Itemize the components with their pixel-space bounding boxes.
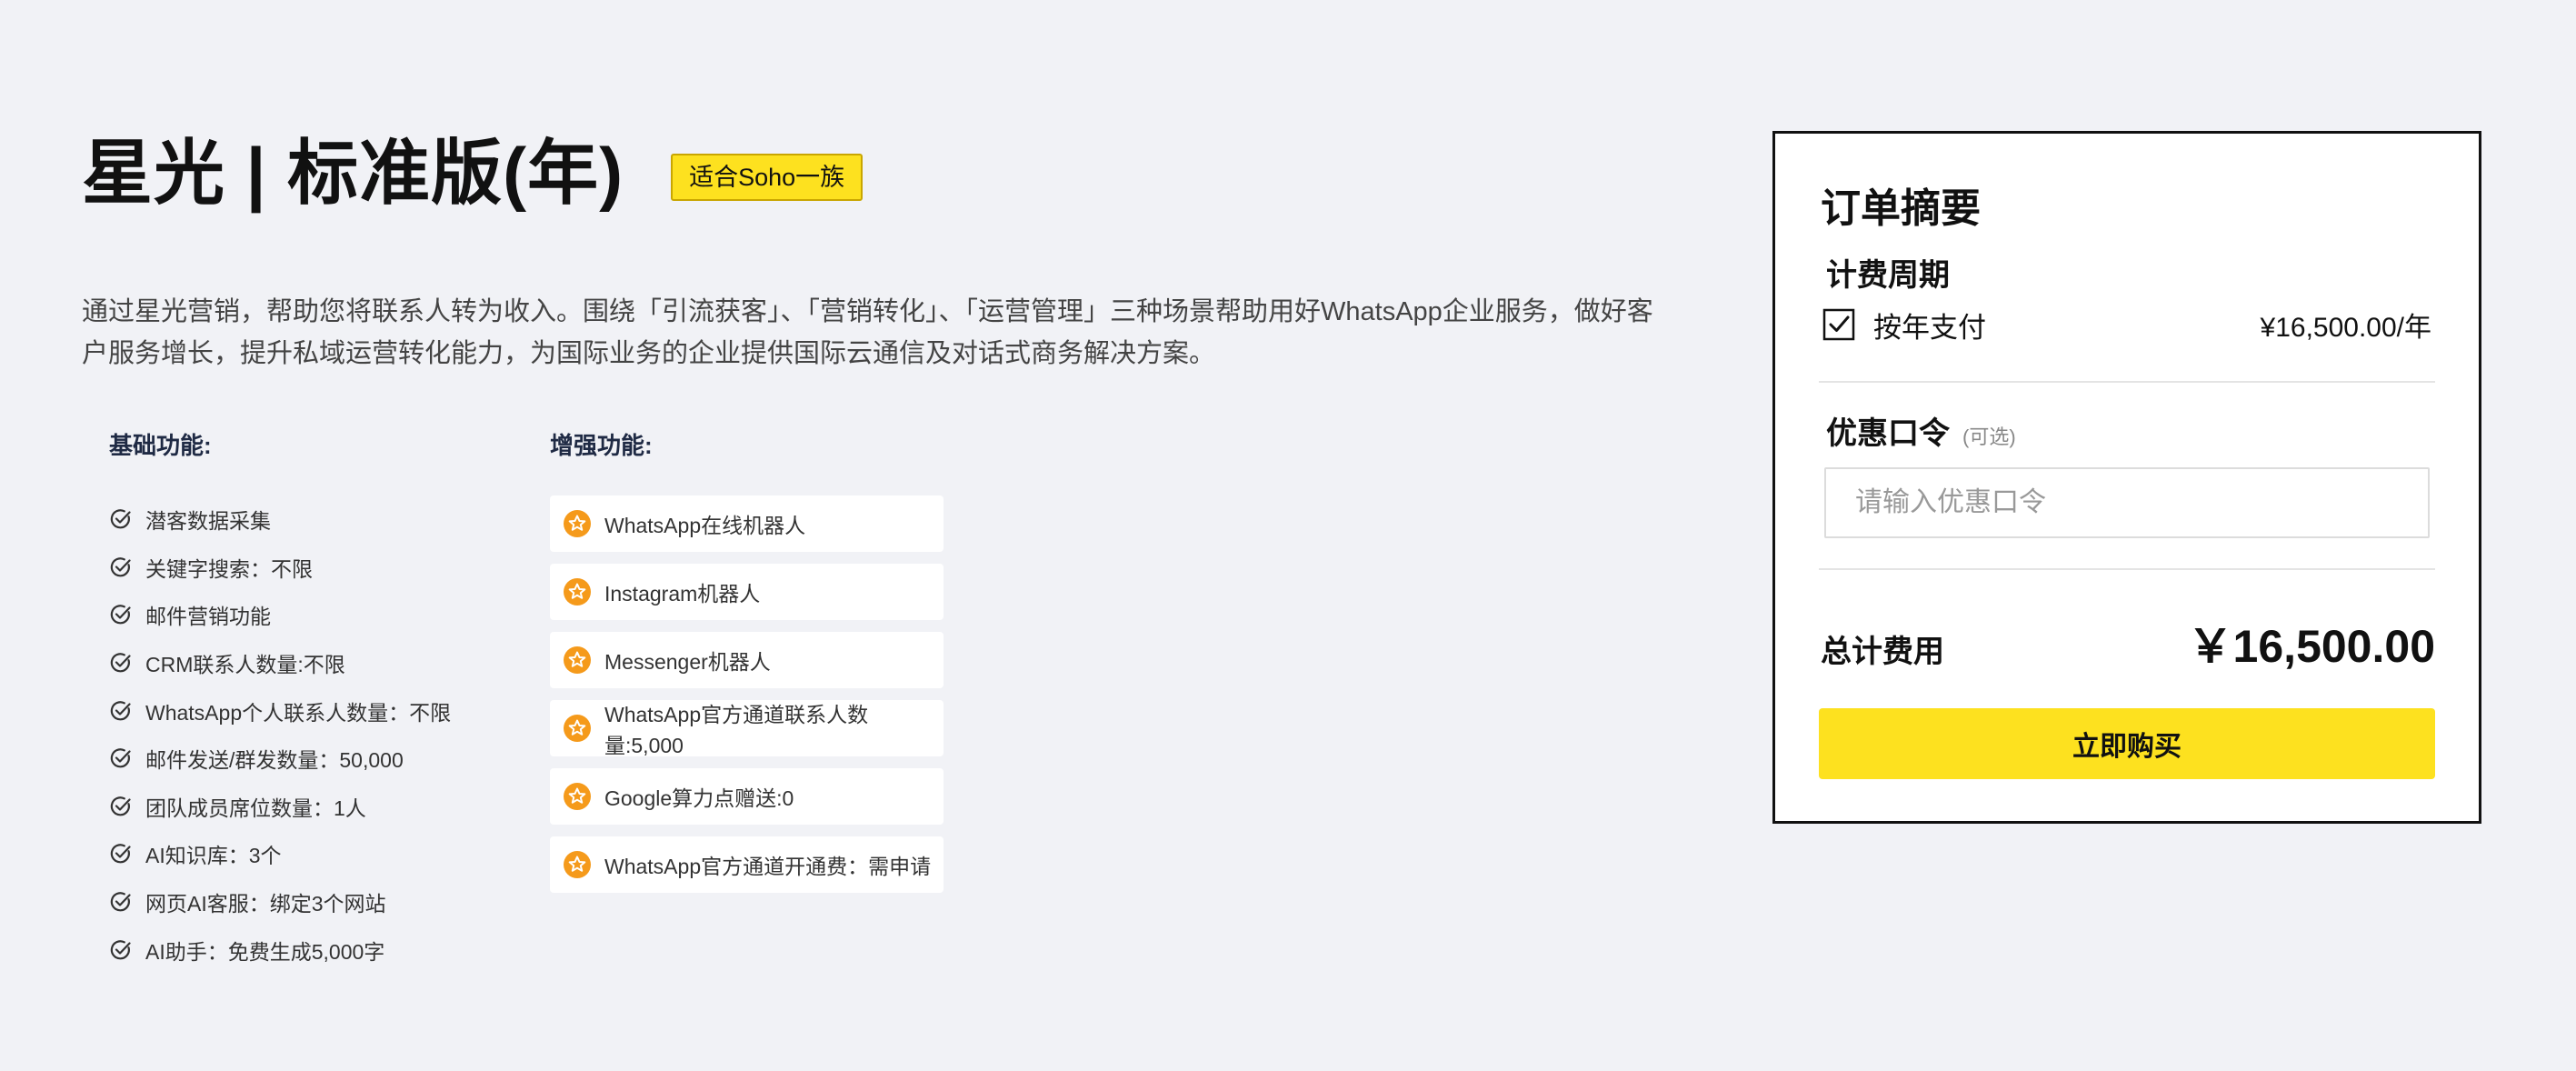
enhanced-feature-label: WhatsApp官方通道开通费：需申请: [604, 855, 932, 878]
basic-features: 基础功能: 潜客数据采集关键字搜索：不限 邮件营销功能 CRM联系人数量:不限 Wha…: [109, 427, 518, 974]
check-circle-icon: [110, 748, 131, 768]
billing-option-label: 按年支付: [1873, 311, 1986, 344]
coupon-label-text: 优惠口令: [1826, 416, 1950, 451]
basic-feature-label: 关键字搜索：不限: [145, 556, 313, 581]
enhanced-features-title: 增强功能:: [550, 432, 653, 459]
basic-feature-item: CRM联系人数量:不限: [109, 639, 518, 687]
check-circle-icon: [110, 796, 131, 816]
enhanced-feature-label: WhatsApp在线机器人: [604, 514, 806, 537]
star-badge-icon: [564, 851, 591, 878]
check-circle-icon: [110, 653, 131, 673]
basic-feature-label: 潜客数据采集: [145, 509, 271, 534]
enhanced-feature-label: Instagram机器人: [604, 582, 761, 606]
basic-feature-item: AI知识库：3个: [109, 830, 518, 878]
total-value: ￥16,500.00: [2187, 621, 2435, 672]
check-circle-icon: [110, 844, 131, 864]
enhanced-features-list: WhatsApp在线机器人 Instagram机器人 Messenger机器人 Wha…: [550, 495, 950, 893]
checkbox-checked-icon[interactable]: [1822, 308, 1855, 341]
basic-feature-label: 团队成员席位数量：1人: [145, 796, 366, 820]
enhanced-feature-item: Instagram机器人: [550, 564, 944, 620]
page: 星光 | 标准版(年) 适合Soho一族 通过星光营销，帮助您将联系人转为收入。…: [0, 0, 2576, 1071]
total-label: 总计费用: [1821, 635, 1944, 669]
basic-feature-label: CRM联系人数量:不限: [145, 653, 345, 677]
divider: [1819, 381, 2435, 383]
enhanced-feature-item: Google算力点赠送:0: [550, 768, 944, 825]
coupon-label: 优惠口令 (可选): [1826, 408, 2016, 453]
enhanced-feature-item: WhatsApp官方通道联系人数量:5,000: [550, 700, 944, 757]
coupon-optional-hint: (可选): [1962, 425, 2016, 448]
product-info: 星光 | 标准版(年) 适合Soho一族 通过星光营销，帮助您将联系人转为收入。…: [82, 127, 1672, 375]
basic-feature-label: AI助手：免费生成5,000字: [145, 939, 385, 964]
basic-feature-label: 邮件发送/群发数量：50,000: [145, 748, 404, 773]
basic-feature-item: 团队成员席位数量：1人: [109, 783, 518, 831]
basic-features-list: 潜客数据采集关键字搜索：不限 邮件营销功能 CRM联系人数量:不限 WhatsApp个…: [109, 495, 518, 974]
star-badge-icon: [564, 646, 591, 674]
enhanced-feature-item: WhatsApp官方通道开通费：需申请: [550, 836, 944, 893]
coupon-input[interactable]: [1824, 467, 2430, 538]
star-badge-icon: [564, 578, 591, 606]
basic-feature-label: WhatsApp个人联系人数量：不限: [145, 700, 452, 725]
billing-period-label: 计费周期: [1826, 258, 1950, 293]
order-summary-card: 订单摘要 计费周期 按年支付 ¥16,500.00/年 优惠口令 (可选) 请输…: [1772, 131, 2481, 824]
product-description: 通过星光营销，帮助您将联系人转为收入。围绕「引流获客」、「营销转化」、「运营管理…: [82, 297, 1653, 368]
check-circle-icon: [110, 700, 131, 721]
basic-feature-item: 关键字搜索：不限: [109, 544, 518, 592]
enhanced-feature-label: WhatsApp官方通道联系人数量:5,000: [604, 703, 869, 757]
basic-feature-item: 网页AI客服：绑定3个网站: [109, 878, 518, 926]
billing-option-row[interactable]: 按年支付 ¥16,500.00/年: [1822, 306, 2431, 344]
basic-feature-label: 邮件营销功能: [145, 605, 271, 629]
enhanced-feature-item: Messenger机器人: [550, 632, 944, 688]
check-circle-icon: [110, 939, 131, 960]
enhanced-feature-label: Google算力点赠送:0: [604, 786, 794, 810]
tag-badge: 适合Soho一族: [671, 154, 864, 201]
basic-feature-label: AI知识库：3个: [145, 844, 282, 868]
divider: [1819, 568, 2435, 570]
basic-feature-label: 网页AI客服：绑定3个网站: [145, 892, 386, 916]
basic-feature-item: AI助手：免费生成5,000字: [109, 926, 518, 974]
page-title: 星光 | 标准版(年): [82, 133, 624, 213]
order-summary-title: 订单摘要: [1821, 186, 1981, 231]
enhanced-feature-label: Messenger机器人: [604, 650, 771, 674]
star-badge-icon: [564, 510, 591, 537]
check-circle-icon: [110, 509, 131, 529]
check-circle-icon: [110, 557, 131, 577]
enhanced-features: 增强功能: WhatsApp在线机器人 Instagram机器人 Messenger…: [550, 427, 950, 905]
check-circle-icon: [110, 892, 131, 912]
enhanced-feature-item: WhatsApp在线机器人: [550, 495, 944, 552]
billing-price: ¥16,500.00/年: [2260, 313, 2431, 343]
star-badge-icon: [564, 715, 591, 742]
title-row: 星光 | 标准版(年) 适合Soho一族: [82, 127, 1672, 218]
basic-feature-item: 邮件发送/群发数量：50,000: [109, 735, 518, 783]
buy-now-button[interactable]: 立即购买: [1819, 708, 2435, 779]
basic-features-title: 基础功能:: [109, 432, 212, 459]
check-circle-icon: [110, 605, 131, 625]
basic-feature-item: 邮件营销功能: [109, 591, 518, 639]
basic-feature-item: 潜客数据采集: [109, 495, 518, 544]
features-section: 基础功能: 潜客数据采集关键字搜索：不限 邮件营销功能 CRM联系人数量:不限 Wha…: [109, 427, 1109, 1018]
star-badge-icon: [564, 783, 591, 810]
basic-feature-item: WhatsApp个人联系人数量：不限: [109, 686, 518, 735]
